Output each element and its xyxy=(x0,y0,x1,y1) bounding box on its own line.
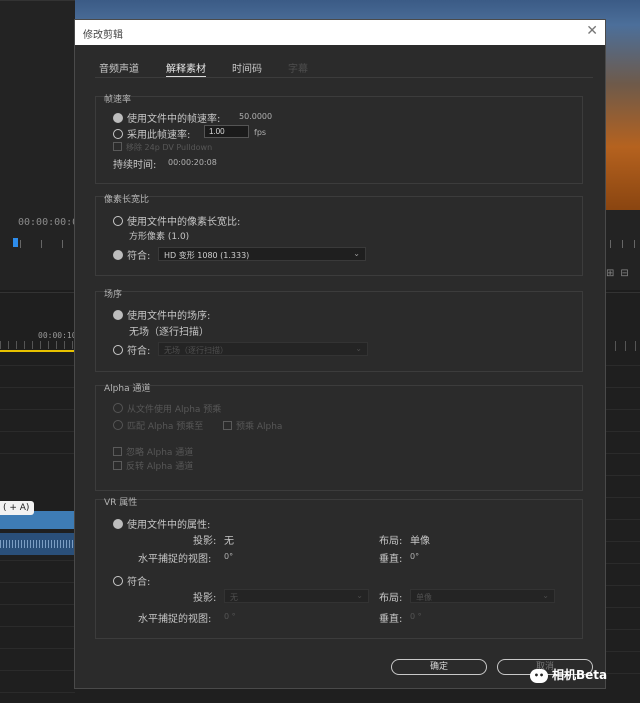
file-pixel-aspect-value: 方形像素 (1.0) xyxy=(129,232,190,242)
pixel-aspect-dropdown[interactable]: HD 变形 1080 (1.333) ⌄ xyxy=(158,247,366,261)
conform-pixel-aspect-option[interactable]: 符合: xyxy=(113,247,150,262)
radio-unselected[interactable] xyxy=(113,129,123,139)
invert-alpha-checkbox xyxy=(113,461,122,470)
frame-rate-section: 帧速率 使用文件中的帧速率: 50.0000 采用此帧速率: fps 移除 24… xyxy=(95,95,583,184)
program-ruler xyxy=(610,240,640,248)
radio-disabled xyxy=(113,420,123,430)
vr-title: VR 属性 xyxy=(104,498,138,508)
watermark: •• 相机Beta xyxy=(530,666,607,683)
chevron-down-icon: ⌄ xyxy=(356,591,363,600)
ignore-alpha-checkbox xyxy=(113,447,122,456)
timeline-ruler-time: 00:00:10 xyxy=(38,331,77,340)
assume-frame-rate-option[interactable]: 采用此帧速率: xyxy=(113,126,190,141)
use-file-pixel-aspect-option[interactable]: 使用文件中的像素长宽比: xyxy=(113,213,240,228)
wechat-icon: •• xyxy=(530,669,548,683)
projection-dropdown: 无 ⌄ xyxy=(224,589,369,603)
conform-hview-value: 0 ° xyxy=(224,612,236,621)
file-field-order-value: 无场（逐行扫描） xyxy=(129,327,209,338)
conform-vertical-value: 0 ° xyxy=(410,612,422,621)
timeline-ruler-right[interactable] xyxy=(605,341,640,351)
radio-disabled xyxy=(113,403,123,413)
frame-rate-title: 帧速率 xyxy=(104,95,132,105)
projection-label: 投影: xyxy=(193,536,217,547)
invert-alpha-option: 反转 Alpha 通道 xyxy=(113,459,193,472)
radio-unselected[interactable] xyxy=(113,576,123,586)
chevron-down-icon: ⌄ xyxy=(353,249,360,258)
vertical-value: 0° xyxy=(410,552,420,561)
source-ruler xyxy=(20,240,75,248)
radio-selected[interactable] xyxy=(113,250,123,260)
layout-value: 单像 xyxy=(410,536,430,547)
use-file-vr-option[interactable]: 使用文件中的属性: xyxy=(113,516,210,531)
layout-dropdown: 单像 ⌄ xyxy=(410,589,555,603)
tab-audio-channels[interactable]: 音频声道 xyxy=(99,60,139,75)
chevron-down-icon: ⌄ xyxy=(355,344,362,353)
hview-label: 水平捕捉的视图: xyxy=(138,554,212,565)
chevron-down-icon: ⌄ xyxy=(542,591,549,600)
file-frame-rate-value: 50.0000 xyxy=(239,112,273,121)
alpha-section: Alpha 通道 从文件使用 Alpha 预乘 匹配 Alpha 预乘至 预乘 … xyxy=(95,384,583,491)
frame-rate-input[interactable] xyxy=(204,125,249,138)
fps-unit: fps xyxy=(254,128,267,137)
tab-interpret-footage[interactable]: 解释素材 xyxy=(166,60,206,77)
conform-hview-label: 水平捕捉的视图: xyxy=(138,614,212,625)
radio-selected[interactable] xyxy=(113,310,123,320)
playhead-marker[interactable] xyxy=(13,238,18,247)
remove-pulldown-option: 移除 24p DV Pulldown xyxy=(113,142,212,153)
modify-clip-dialog: 修改剪辑 ✕ 音频声道 解释素材 时间码 字幕 帧速率 使用文件中的帧速率: 5… xyxy=(74,19,606,689)
ignore-alpha-option: 忽略 Alpha 通道 xyxy=(113,445,193,458)
duration-label: 持续时间: xyxy=(113,160,157,171)
dialog-title: 修改剪辑 xyxy=(83,30,123,41)
vr-properties-section: VR 属性 使用文件中的属性: 投影: 无 布局: 单像 水平捕捉的视图: 0°… xyxy=(95,498,583,639)
clip-tooltip: ( + A) xyxy=(0,501,35,515)
alpha-title: Alpha 通道 xyxy=(104,384,151,394)
field-order-section: 场序 使用文件中的场序: 无场（逐行扫描） 符合: 无场（逐行扫描） ⌄ xyxy=(95,290,583,372)
video-tracks xyxy=(0,365,75,475)
layout-label: 布局: xyxy=(379,536,403,547)
ok-button[interactable]: 确定 xyxy=(391,659,487,675)
pulldown-checkbox xyxy=(113,142,122,151)
use-file-frame-rate-option[interactable]: 使用文件中的帧速率: xyxy=(113,110,220,125)
tracks-right xyxy=(605,365,640,695)
conform-vertical-label: 垂直: xyxy=(379,614,403,625)
field-order-dropdown: 无场（逐行扫描） ⌄ xyxy=(158,342,368,356)
radio-selected[interactable] xyxy=(113,519,123,529)
radio-unselected[interactable] xyxy=(113,216,123,226)
timeline-ruler[interactable] xyxy=(0,341,75,349)
conform-layout-label: 布局: xyxy=(379,593,403,604)
premultiply-alpha-option: 预乘 Alpha xyxy=(223,419,282,432)
conform-projection-label: 投影: xyxy=(193,593,217,604)
dialog-titlebar[interactable]: 修改剪辑 ✕ xyxy=(75,20,605,45)
alpha-match-option: 匹配 Alpha 预乘至 xyxy=(113,419,203,432)
audio-waveform xyxy=(0,540,75,548)
field-order-title: 场序 xyxy=(104,290,123,300)
vertical-label: 垂直: xyxy=(379,554,403,565)
radio-selected[interactable] xyxy=(113,113,123,123)
premultiply-checkbox xyxy=(223,421,232,430)
audio-tracks xyxy=(0,560,75,700)
pixel-aspect-section: 像素长宽比 使用文件中的像素长宽比: 方形像素 (1.0) 符合: HD 变形 … xyxy=(95,195,583,276)
tab-captions: 字幕 xyxy=(288,64,308,75)
radio-unselected[interactable] xyxy=(113,345,123,355)
transport-icons[interactable]: ⊞⊟ xyxy=(606,268,635,279)
close-icon[interactable]: ✕ xyxy=(586,23,598,39)
duration-value: 00:00:20:08 xyxy=(168,158,217,167)
work-area-bar[interactable] xyxy=(0,350,75,352)
hview-value: 0° xyxy=(224,552,234,561)
conform-field-order-option[interactable]: 符合: xyxy=(113,342,150,357)
use-file-field-order-option[interactable]: 使用文件中的场序: xyxy=(113,307,210,322)
conform-vr-option[interactable]: 符合: xyxy=(113,573,150,588)
source-timecode: 00:00:00:0 xyxy=(18,217,79,228)
projection-value: 无 xyxy=(224,536,234,547)
alpha-from-file-option: 从文件使用 Alpha 预乘 xyxy=(113,402,221,415)
tab-timecode[interactable]: 时间码 xyxy=(232,60,262,75)
tab-divider xyxy=(95,77,593,78)
pixel-aspect-title: 像素长宽比 xyxy=(104,195,150,205)
